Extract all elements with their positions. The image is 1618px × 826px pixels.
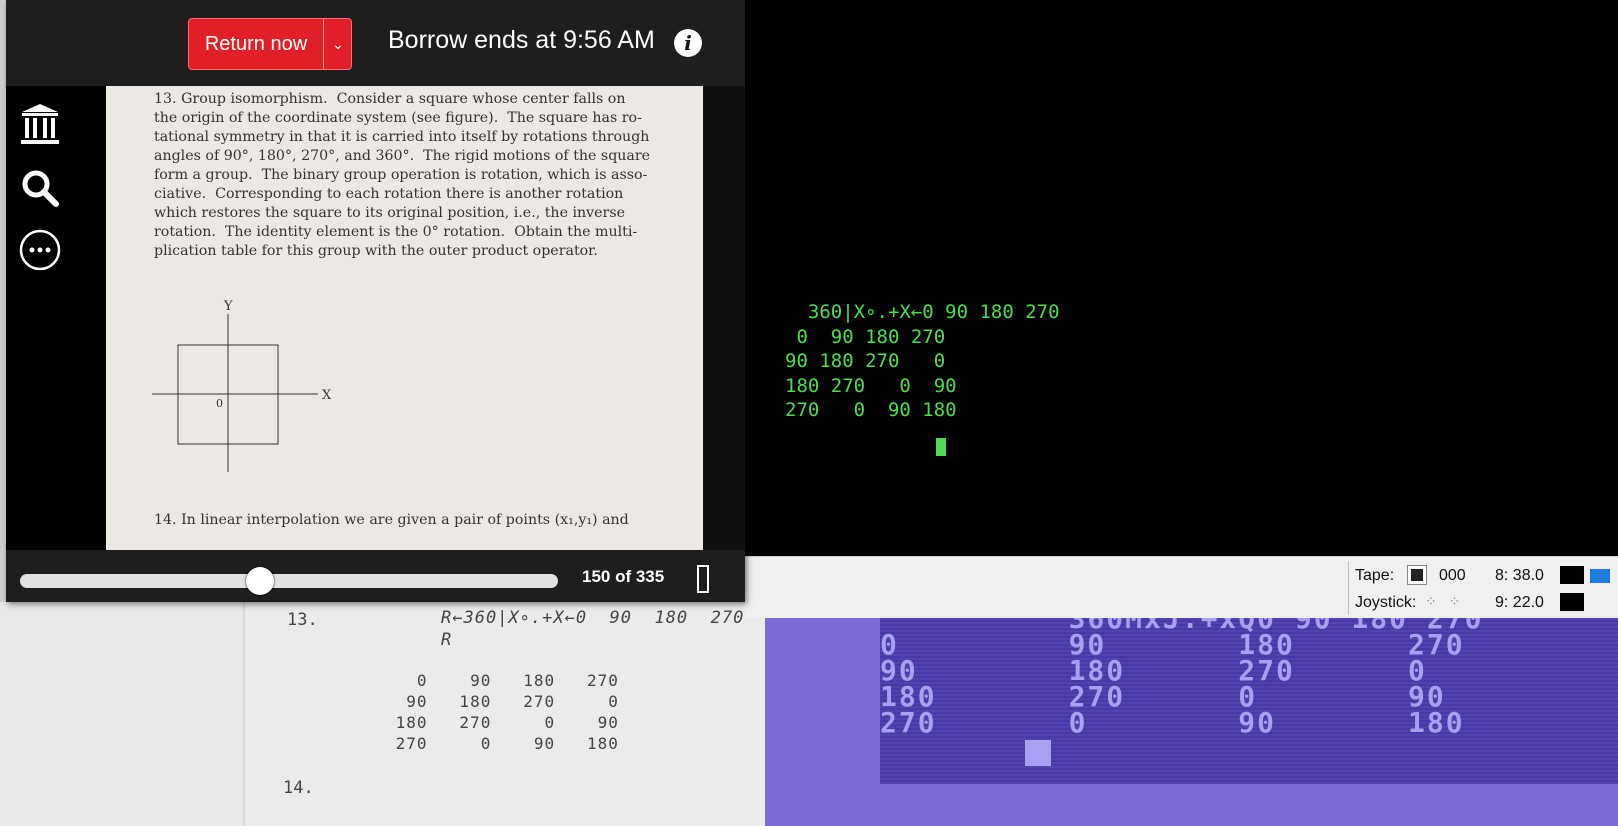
problem-13-text: 13. Group isomorphism. Consider a square…: [154, 91, 651, 259]
more-options-icon[interactable]: [18, 228, 62, 272]
emulator-screen[interactable]: 360|X∘.+X←0 90 180 270 0 90 180 270 90 1…: [745, 0, 1618, 556]
drive9-status: 9: 22.0: [1495, 594, 1544, 611]
page-slider-thumb[interactable]: [246, 567, 275, 595]
emulator-status-bar: Tape: 000 Joystick: ⁘ ⁘ 8: 38.0 9: 22.0: [745, 556, 1618, 618]
doc-apl-result-var: R: [441, 630, 452, 650]
figure-origin-label: 0: [216, 397, 223, 410]
c64-emulator-screen: 360MxJ.+xQ0 90 180 270 0 90 180 270 90 1…: [765, 602, 1618, 826]
joystick-port-icons: ⁘ ⁘: [1425, 593, 1465, 609]
square-figure: Y X 0: [152, 299, 332, 472]
reader-sidebar: [6, 86, 106, 550]
page-view-icon[interactable]: [697, 565, 709, 593]
drive8-status: 8: 38.0: [1495, 567, 1544, 584]
desktop-background: [0, 602, 243, 826]
c64-cursor: [1025, 740, 1051, 766]
c64-output: 360MxJ.+xQ0 90 180 270 0 90 180 270 90 1…: [880, 602, 1484, 739]
info-icon[interactable]: i: [674, 29, 702, 57]
doc-apl-expression: R←360|X∘.+X←0 90 180 270: [441, 608, 745, 628]
search-icon[interactable]: [18, 166, 62, 210]
background-document: 13. R←360|X∘.+X←0 90 180 270 R 0 90 180 …: [245, 602, 765, 826]
reader-footer: 150 of 335: [6, 550, 745, 602]
page-slider-track[interactable]: [20, 574, 558, 588]
figure-y-label: Y: [223, 299, 233, 314]
drive9-led-icon: [1560, 593, 1584, 611]
page-count: 150 of 335: [582, 567, 665, 586]
page-margin-bar: [703, 86, 745, 550]
book-page[interactable]: 13. Group isomorphism. Consider a square…: [106, 86, 703, 550]
return-now-label[interactable]: Return now: [189, 19, 323, 69]
c64-text-area: 360MxJ.+xQ0 90 180 270 0 90 180 270 90 1…: [880, 602, 1618, 784]
scroll-tab-icon[interactable]: [1590, 569, 1610, 583]
doc-problem-number-13: 13.: [287, 610, 318, 630]
tape-status-icon: [1407, 565, 1427, 585]
tape-label: Tape:: [1355, 567, 1395, 584]
reader-header: Return now ⌄ Borrow ends at 9:56 AM i: [6, 0, 745, 86]
problem-14-text: 14. In linear interpolation we are given…: [154, 512, 629, 528]
joystick-label: Joystick:: [1355, 594, 1417, 611]
doc-problem-number-14: 14.: [283, 778, 314, 798]
return-now-button[interactable]: Return now ⌄: [188, 18, 352, 70]
doc-result-table: 0 90 180 270 90 180 270 0 180 270 0 90 2…: [395, 671, 619, 753]
library-icon[interactable]: [18, 102, 62, 146]
drive8-led-icon: [1560, 566, 1584, 584]
tape-counter: 000: [1439, 567, 1466, 584]
figure-x-label: X: [322, 388, 332, 403]
emulator-output: 360|X∘.+X←0 90 180 270 0 90 180 270 90 1…: [785, 301, 1060, 422]
book-reader-window: Return now ⌄ Borrow ends at 9:56 AM i 13…: [6, 0, 745, 602]
status-divider: [1348, 561, 1349, 615]
borrow-expiry-text: Borrow ends at 9:56 AM: [388, 26, 655, 54]
emulator-cursor: [936, 438, 946, 456]
chevron-down-icon[interactable]: ⌄: [324, 19, 352, 69]
